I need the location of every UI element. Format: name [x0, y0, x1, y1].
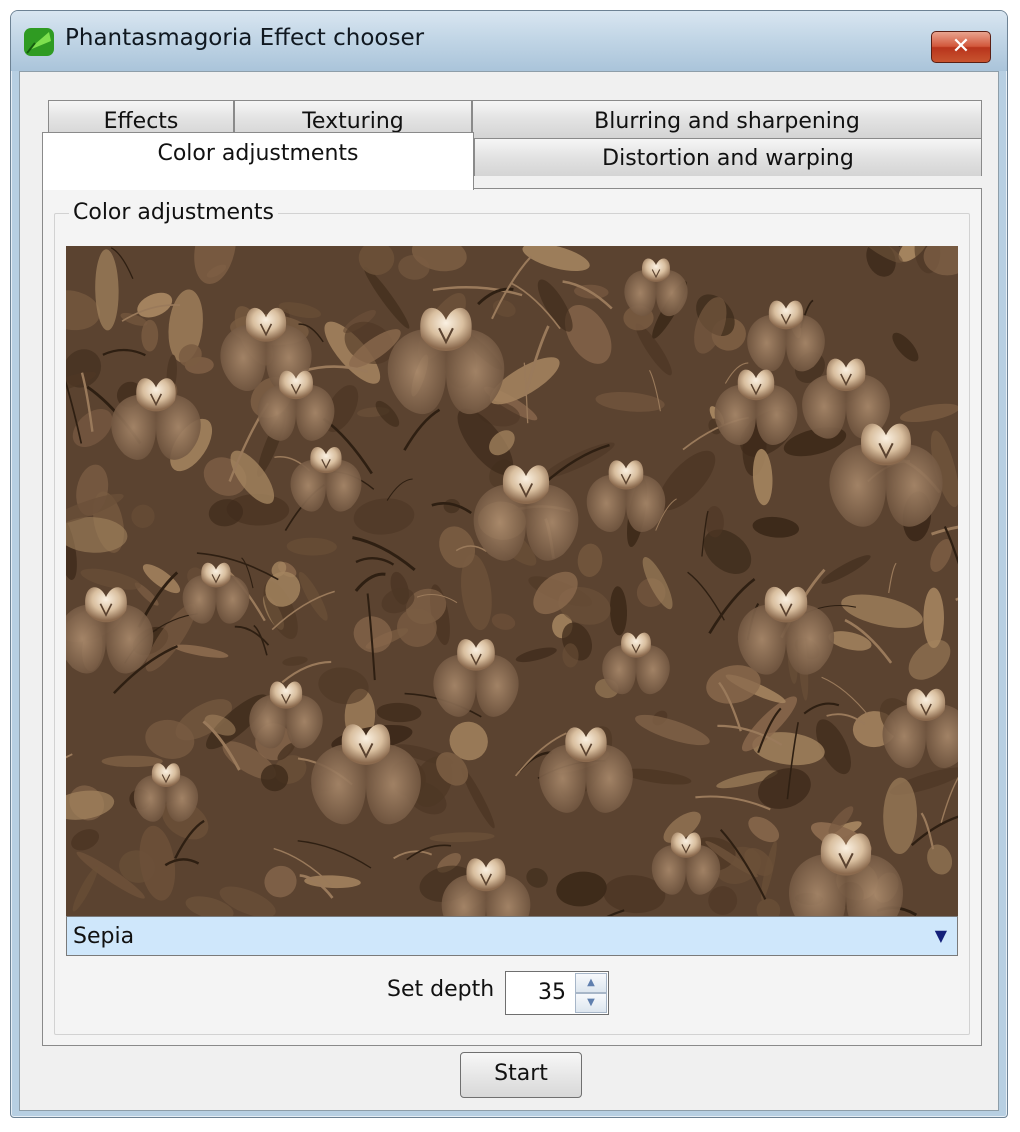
client-area: Effects Texturing Blurring and sharpenin…	[19, 71, 999, 1111]
tab-label: Effects	[103, 109, 179, 134]
spin-down-icon[interactable]: ▼	[575, 993, 607, 1013]
leaf-icon	[24, 28, 54, 56]
effect-select[interactable]: Sepia ▼	[66, 916, 958, 956]
window-title: Phantasmagoria Effect chooser	[65, 25, 425, 51]
title-bar[interactable]: Phantasmagoria Effect chooser ✕	[11, 11, 1007, 71]
close-icon: ✕	[951, 34, 971, 59]
tab-label: Blurring and sharpening	[594, 109, 860, 134]
group-label: Color adjustments	[69, 200, 279, 225]
close-button[interactable]: ✕	[931, 31, 991, 63]
tab-label: Distortion and warping	[602, 146, 854, 171]
effect-chooser-window: Phantasmagoria Effect chooser ✕ Effects …	[10, 10, 1008, 1118]
effect-select-value: Sepia	[73, 924, 135, 949]
color-adjustments-group: Color adjustments Sepia ▼ Set depth 35 ▲…	[54, 200, 970, 1035]
sepia-photo	[66, 246, 958, 916]
tab-panel: Color adjustments Sepia ▼ Set depth 35 ▲…	[42, 188, 982, 1046]
depth-spinbox[interactable]: 35 ▲ ▼	[505, 971, 609, 1015]
tab-color-adjustments[interactable]: Color adjustments	[42, 132, 474, 190]
depth-label: Set depth	[387, 977, 495, 1002]
depth-value[interactable]: 35	[538, 980, 566, 1005]
tab-label: Texturing	[302, 109, 404, 134]
tab-blurring-and-sharpening[interactable]: Blurring and sharpening	[472, 100, 982, 138]
tab-distortion-and-warping[interactable]: Distortion and warping	[474, 138, 982, 176]
tab-label: Color adjustments	[157, 141, 359, 166]
start-label: Start	[494, 1061, 548, 1086]
chevron-down-icon[interactable]: ▼	[935, 926, 947, 945]
image-preview	[66, 246, 958, 916]
start-button[interactable]: Start	[460, 1052, 582, 1098]
spin-up-icon[interactable]: ▲	[575, 973, 607, 993]
